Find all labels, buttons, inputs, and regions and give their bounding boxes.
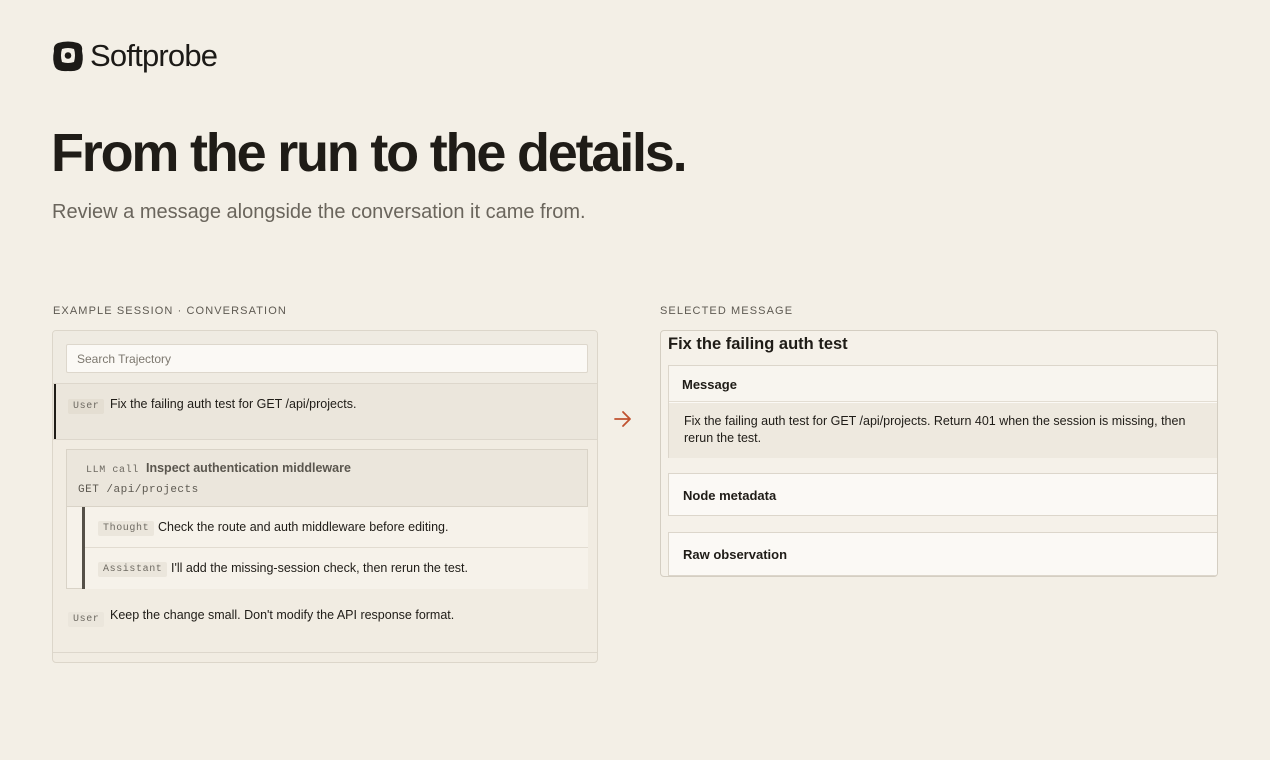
message-text: Keep the change small. Don't modify the … [110, 608, 455, 622]
hero-subtitle: Review a message alongside the conversat… [52, 201, 586, 223]
brand[interactable]: Softprobe [52, 38, 218, 74]
softprobe-logo-icon [53, 41, 83, 72]
page: Softprobe From the run to the details. R… [0, 0, 1270, 760]
search-trajectory-input[interactable] [66, 344, 588, 373]
selected-message-panel: Fix the failing auth test Message Fix th… [660, 330, 1218, 577]
search-bar [53, 331, 597, 383]
llm-call-header[interactable]: LLM call Inspect authentication middlewa… [67, 450, 587, 507]
message-card-header[interactable]: Message [669, 366, 1217, 402]
role-tag-user: User [68, 612, 105, 627]
conversation-message-thought[interactable]: Thought Check the route and auth middlew… [85, 507, 588, 548]
role-tag-llm-call: LLM call [86, 465, 139, 476]
node-metadata-card[interactable]: Node metadata [668, 473, 1217, 516]
message-card: Message Fix the failing auth test for GE… [668, 365, 1217, 458]
conversation-message-user-selected[interactable]: User Fix the failing auth test for GET /… [53, 383, 597, 440]
conversation-panel: User Fix the failing auth test for GET /… [52, 330, 598, 663]
selected-message-section-label: SELECTED MESSAGE [660, 305, 794, 317]
conversation-message-user[interactable]: User Keep the change small. Don't modify… [53, 599, 597, 653]
role-tag-user: User [68, 399, 105, 414]
node-metadata-label: Node metadata [683, 488, 777, 503]
llm-call-title: Inspect authentication middleware [146, 461, 351, 475]
message-text: Check the route and auth middleware befo… [158, 520, 449, 534]
conversation-message-assistant[interactable]: Assistant I'll add the missing-session c… [85, 548, 588, 589]
role-tag-thought: Thought [98, 521, 155, 536]
selected-message-title: Fix the failing auth test [668, 335, 848, 353]
arrow-right-icon [614, 411, 631, 427]
message-text: I'll add the missing-session check, then… [171, 561, 468, 575]
message-text: Fix the failing auth test for GET /api/p… [110, 397, 357, 411]
raw-observation-card[interactable]: Raw observation [668, 532, 1217, 576]
message-card-body: Fix the failing auth test for GET /api/p… [669, 403, 1217, 458]
brand-name: Softprobe [90, 38, 218, 73]
selection-indicator [54, 384, 56, 439]
llm-call-detail: GET /api/projects [78, 484, 199, 496]
raw-observation-label: Raw observation [683, 547, 788, 562]
llm-call-group: LLM call Inspect authentication middlewa… [66, 449, 588, 589]
hero-title: From the run to the details. [51, 123, 688, 183]
role-tag-assistant: Assistant [98, 562, 168, 577]
message-card-label: Message [682, 377, 737, 392]
conversation-section-label: EXAMPLE SESSION · CONVERSATION [53, 305, 287, 317]
